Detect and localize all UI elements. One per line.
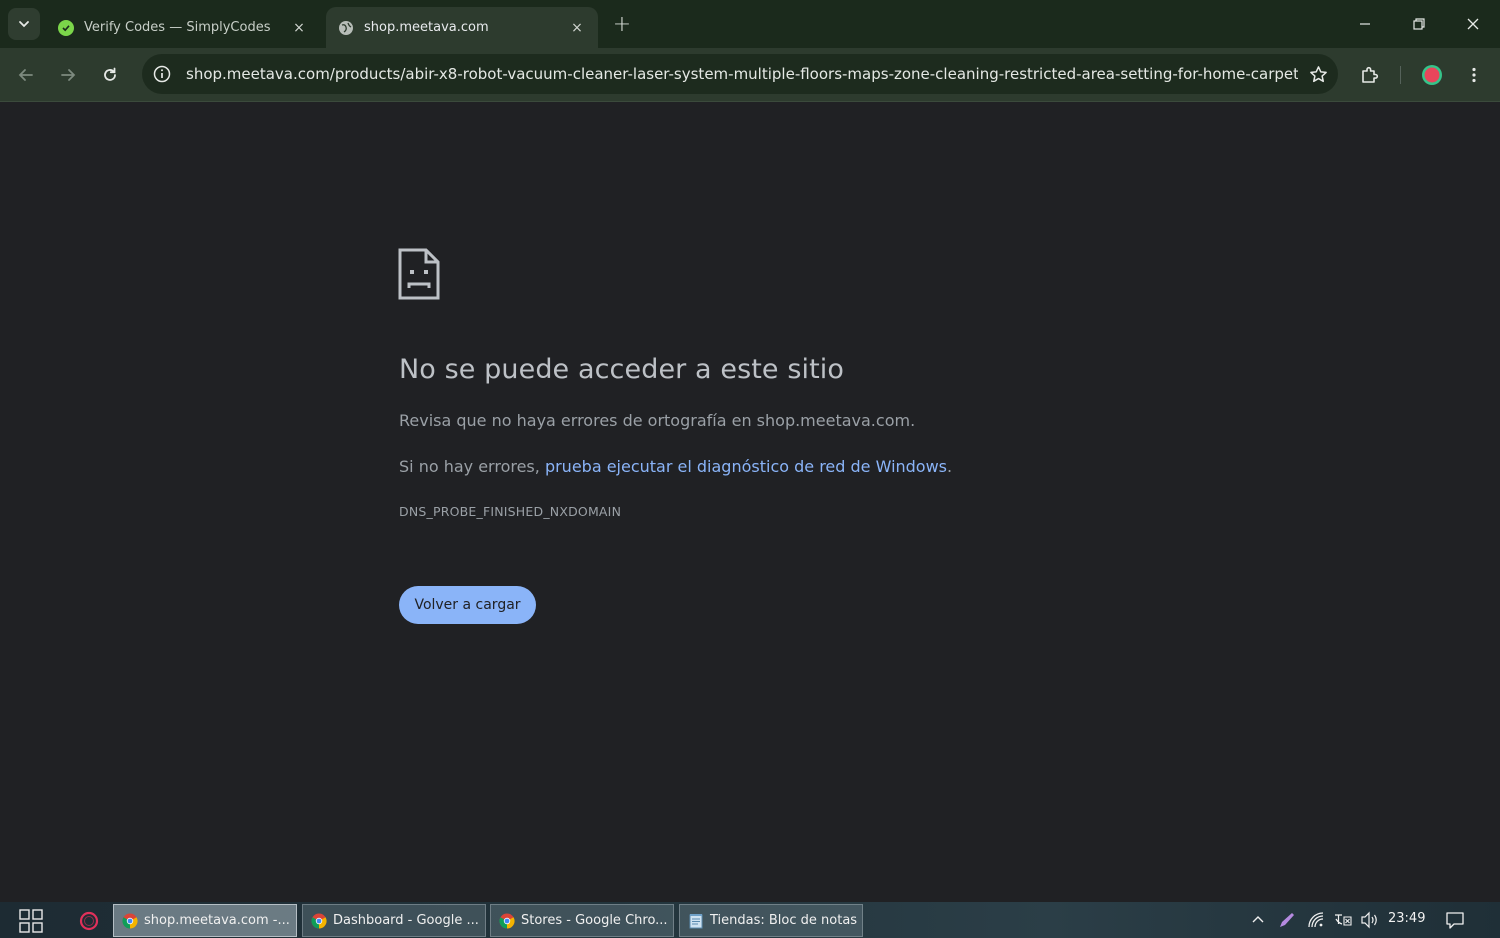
toolbar-separator xyxy=(1400,66,1401,84)
reload-toolbar-button[interactable] xyxy=(94,59,126,91)
globe-icon xyxy=(338,20,354,36)
taskbar-app-label: Tiendas: Bloc de notas xyxy=(710,913,858,928)
url-text: shop.meetava.com/products/abir-x8-robot-… xyxy=(186,65,1298,83)
tab-verify-codes[interactable]: Verify Codes — SimplyCodes × xyxy=(46,7,322,48)
browser-toolbar: shop.meetava.com/products/abir-x8-robot-… xyxy=(0,48,1500,102)
volume-tray-button[interactable] xyxy=(1358,908,1382,932)
chevron-down-icon xyxy=(19,21,29,28)
speaker-icon xyxy=(1361,911,1377,929)
input-method-icon xyxy=(1335,914,1352,926)
taskbar-app-label: Stores - Google Chro... xyxy=(521,913,668,928)
spelling-hint: Revisa que no haya errores de ortografía… xyxy=(399,411,916,430)
tab-close-button[interactable]: × xyxy=(290,19,308,37)
taskbar-app-stores[interactable]: Stores - Google Chro... xyxy=(490,904,674,937)
bookmark-button[interactable] xyxy=(1298,65,1338,84)
chrome-icon xyxy=(499,913,515,929)
forward-button[interactable] xyxy=(52,59,84,91)
taskbar-app-dashboard[interactable]: Dashboard - Google ... xyxy=(302,904,486,937)
diagnostics-suffix: . xyxy=(947,457,953,476)
tab-shop-meetava[interactable]: shop.meetava.com × xyxy=(326,7,598,48)
star-icon xyxy=(1309,65,1327,82)
simplycodes-favicon-icon xyxy=(58,19,74,36)
pen-icon xyxy=(1280,913,1294,927)
profile-avatar-icon xyxy=(1422,65,1442,85)
windows-taskbar: shop.meetava.com -... Dashboard - Google… xyxy=(0,902,1500,938)
error-code: DNS_PROBE_FINISHED_NXDOMAIN xyxy=(399,504,622,519)
taskbar-app-shop[interactable]: shop.meetava.com -... xyxy=(113,904,297,937)
page-content: No se puede acceder a este sitio Revisa … xyxy=(0,102,1500,902)
notepad-icon xyxy=(689,913,703,928)
profile-button[interactable] xyxy=(1416,59,1448,91)
close-icon xyxy=(1467,18,1479,30)
network-tray-button[interactable] xyxy=(1304,908,1328,932)
pen-tray-button[interactable] xyxy=(1276,908,1298,932)
diagnostics-prefix: Si no hay errores, xyxy=(399,457,545,476)
restore-icon xyxy=(1413,18,1425,30)
network-diagnostics-link[interactable]: prueba ejecutar el diagnóstico de red de… xyxy=(545,457,947,476)
refresh-icon xyxy=(104,67,116,81)
page-title: No se puede acceder a este sitio xyxy=(399,354,844,385)
chrome-icon xyxy=(311,913,327,929)
taskbar-app-label: Dashboard - Google ... xyxy=(333,913,479,928)
diagnostics-hint: Si no hay errores, prueba ejecutar el di… xyxy=(399,457,952,476)
site-info-button[interactable] xyxy=(144,56,180,92)
tab-close-button[interactable]: × xyxy=(568,19,586,37)
cortana-ring-icon xyxy=(79,911,99,931)
sad-page-icon xyxy=(398,248,440,300)
wifi-icon xyxy=(1308,912,1324,928)
language-tray-button[interactable] xyxy=(1331,908,1355,932)
tab-title: shop.meetava.com xyxy=(364,20,489,35)
more-vert-icon xyxy=(1472,67,1476,83)
chevron-up-icon xyxy=(1252,916,1264,923)
reload-button[interactable]: Volver a cargar xyxy=(399,586,536,624)
taskbar-clock[interactable]: 23:49 xyxy=(1388,911,1425,926)
tab-title: Verify Codes — SimplyCodes xyxy=(84,20,271,35)
extensions-button[interactable] xyxy=(1354,59,1386,91)
address-bar[interactable]: shop.meetava.com/products/abir-x8-robot-… xyxy=(142,54,1338,94)
chrome-icon xyxy=(122,913,138,929)
windows-grid-icon xyxy=(19,909,43,933)
info-icon xyxy=(153,65,171,83)
arrow-right-icon xyxy=(61,69,76,81)
minimize-icon xyxy=(1360,23,1370,25)
minimize-button[interactable] xyxy=(1338,0,1392,48)
taskbar-app-notepad[interactable]: Tiendas: Bloc de notas xyxy=(679,904,863,937)
start-button[interactable] xyxy=(12,908,50,934)
cortana-button[interactable] xyxy=(72,908,106,934)
puzzle-icon xyxy=(1362,66,1379,83)
tab-search-button[interactable] xyxy=(8,8,40,40)
notification-icon xyxy=(1446,912,1464,929)
menu-button[interactable] xyxy=(1458,59,1490,91)
action-center-button[interactable] xyxy=(1442,908,1468,932)
tab-strip: Verify Codes — SimplyCodes × shop.meetav… xyxy=(0,0,1500,48)
back-button[interactable] xyxy=(10,59,42,91)
show-hidden-icons-button[interactable] xyxy=(1248,908,1268,932)
arrow-left-icon xyxy=(18,69,33,81)
taskbar-app-label: shop.meetava.com -... xyxy=(144,913,290,928)
restore-button[interactable] xyxy=(1392,0,1446,48)
close-window-button[interactable] xyxy=(1446,0,1500,48)
new-tab-button[interactable]: + xyxy=(608,10,636,38)
